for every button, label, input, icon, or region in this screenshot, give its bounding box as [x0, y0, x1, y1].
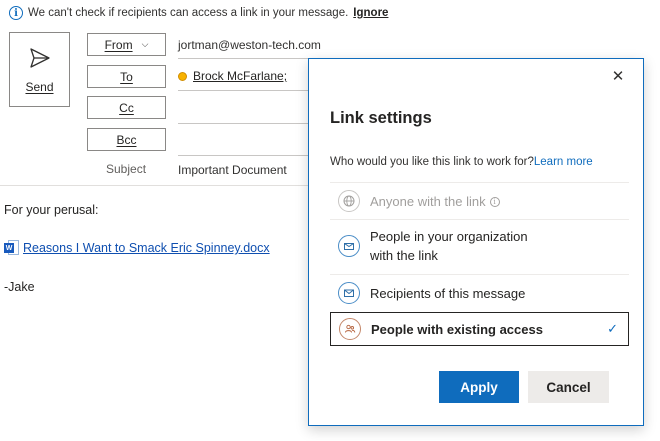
ignore-link[interactable]: Ignore — [353, 7, 388, 19]
option-organization-label-line1: People in your organization — [370, 229, 528, 244]
body-signature: -Jake — [4, 280, 35, 294]
presence-away-icon — [178, 71, 187, 81]
send-button[interactable]: Send — [9, 32, 70, 107]
options-divider — [330, 219, 629, 220]
option-anyone-with-link: Anyone with the link i — [330, 187, 629, 215]
info-icon[interactable]: i — [489, 197, 500, 208]
subject-label: Subject — [106, 162, 147, 176]
people-icon — [339, 318, 361, 340]
cc-button[interactable]: Cc — [87, 96, 166, 119]
to-label: To — [120, 69, 133, 84]
apply-button[interactable]: Apply — [439, 371, 519, 403]
attachment-name[interactable]: Reasons I Want to Smack Eric Spinney.doc… — [23, 241, 270, 255]
send-label: Send — [25, 80, 54, 94]
option-recipients-label: Recipients of this message — [370, 285, 526, 301]
bcc-button[interactable]: Bcc — [87, 128, 166, 151]
option-recipients-of-message[interactable]: Recipients of this message — [330, 279, 629, 307]
from-field-underline — [178, 58, 310, 59]
chevron-down-icon: ⌵ — [141, 39, 149, 49]
dialog-title: Link settings — [330, 109, 432, 127]
close-icon[interactable]: ✕ — [609, 67, 627, 85]
to-field[interactable]: Brock McFarlane; — [178, 69, 287, 83]
cc-label: Cc — [119, 100, 134, 115]
infobar-message: We can't check if recipients can access … — [28, 7, 349, 19]
attachment-link[interactable]: W Reasons I Want to Smack Eric Spinney.d… — [4, 240, 270, 256]
option-organization-label-line2: with the link — [370, 248, 438, 263]
header-divider — [0, 185, 310, 186]
building-icon — [338, 235, 360, 257]
bcc-field[interactable] — [178, 155, 310, 156]
option-existing-access-label: People with existing access — [371, 321, 543, 337]
options-divider — [330, 274, 629, 275]
cc-field[interactable] — [178, 123, 310, 124]
info-icon: i — [9, 6, 23, 20]
word-document-icon: W — [4, 240, 19, 256]
recipient-brock-mcfarlane[interactable]: Brock McFarlane; — [193, 69, 287, 83]
link-settings-dialog: ✕ Link settings Who would you like this … — [308, 58, 644, 426]
globe-icon — [338, 190, 360, 212]
dialog-question: Who would you like this link to work for… — [330, 156, 593, 168]
to-button[interactable]: To — [87, 65, 166, 88]
send-icon — [29, 48, 50, 68]
to-field-underline — [178, 90, 310, 91]
learn-more-link[interactable]: Learn more — [534, 156, 593, 168]
body-line-perusal: For your perusal: — [4, 203, 99, 217]
from-button[interactable]: From ⌵ — [87, 33, 166, 56]
option-people-with-existing-access[interactable]: People with existing access ✓ — [330, 312, 629, 346]
bcc-label: Bcc — [116, 132, 137, 147]
cancel-button[interactable]: Cancel — [528, 371, 609, 403]
envelope-icon — [338, 282, 360, 304]
subject-input[interactable]: Important Document — [178, 163, 287, 177]
option-people-in-organization[interactable]: People in your organization with the lin… — [330, 223, 629, 269]
options-divider — [330, 182, 629, 183]
checkmark-icon: ✓ — [607, 321, 618, 336]
question-text: Who would you like this link to work for… — [330, 156, 534, 168]
from-label: From — [104, 37, 133, 52]
option-anyone-label: Anyone with the link — [370, 193, 486, 209]
link-warning-infobar: i We can't check if recipients can acces… — [9, 4, 388, 22]
from-value: jortman@weston-tech.com — [178, 38, 321, 52]
